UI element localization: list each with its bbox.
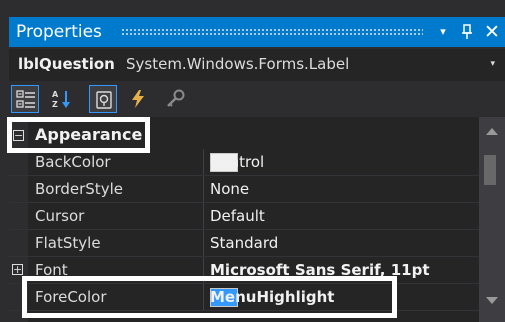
property-name: BorderStyle (35, 180, 123, 198)
close-icon[interactable]: ✕ (481, 19, 503, 45)
object-selector[interactable]: lblQuestion System.Windows.Forms.Label ▾ (9, 49, 505, 81)
property-row-flatstyle[interactable]: FlatStyle Standard (9, 230, 479, 257)
expand-icon[interactable]: + (12, 264, 23, 275)
title-drag-grip[interactable] (121, 28, 423, 36)
property-row-borderstyle[interactable]: BorderStyle None (9, 176, 479, 203)
window-position-dropdown-icon[interactable]: ▾ (432, 19, 454, 45)
annotation-highlight-forecolor (22, 276, 397, 318)
object-type: System.Windows.Forms.Label (126, 55, 350, 73)
key-icon (167, 89, 185, 107)
property-row-cursor[interactable]: Cursor Default (9, 203, 479, 230)
scroll-down-icon[interactable] (486, 297, 498, 304)
properties-toolbar: A Z (9, 82, 505, 116)
properties-button[interactable] (89, 85, 117, 113)
pin-icon[interactable] (456, 19, 478, 45)
properties-title-bar[interactable]: Properties ▾ ✕ (9, 17, 505, 47)
vertical-scrollbar[interactable] (479, 117, 505, 322)
object-name: lblQuestion (18, 55, 115, 73)
property-pages-button[interactable] (162, 85, 190, 113)
properties-icon (96, 91, 112, 109)
events-button[interactable] (124, 85, 152, 113)
scroll-thumb[interactable] (484, 155, 496, 185)
alphabetical-button[interactable]: A Z (47, 85, 75, 113)
events-icon (132, 90, 144, 108)
property-name: Cursor (35, 207, 85, 225)
categorized-button[interactable] (11, 85, 39, 113)
property-value[interactable]: Standard (210, 230, 278, 257)
alphabetical-icon: A Z (52, 90, 70, 109)
panel-title: Properties (16, 22, 102, 42)
property-name: BackColor (35, 153, 111, 171)
svg-text:Z: Z (52, 100, 58, 109)
categorized-icon (16, 90, 35, 108)
object-dropdown-icon[interactable]: ▾ (490, 59, 495, 69)
property-name: FlatStyle (35, 234, 101, 252)
scroll-up-icon[interactable] (486, 128, 498, 135)
svg-text:A: A (52, 90, 59, 99)
property-value[interactable]: Control (210, 149, 264, 176)
property-value[interactable]: Default (210, 203, 265, 230)
property-row-backcolor[interactable]: BackColor Control (9, 149, 479, 176)
annotation-highlight-appearance (7, 117, 150, 153)
property-value[interactable]: None (210, 176, 249, 203)
